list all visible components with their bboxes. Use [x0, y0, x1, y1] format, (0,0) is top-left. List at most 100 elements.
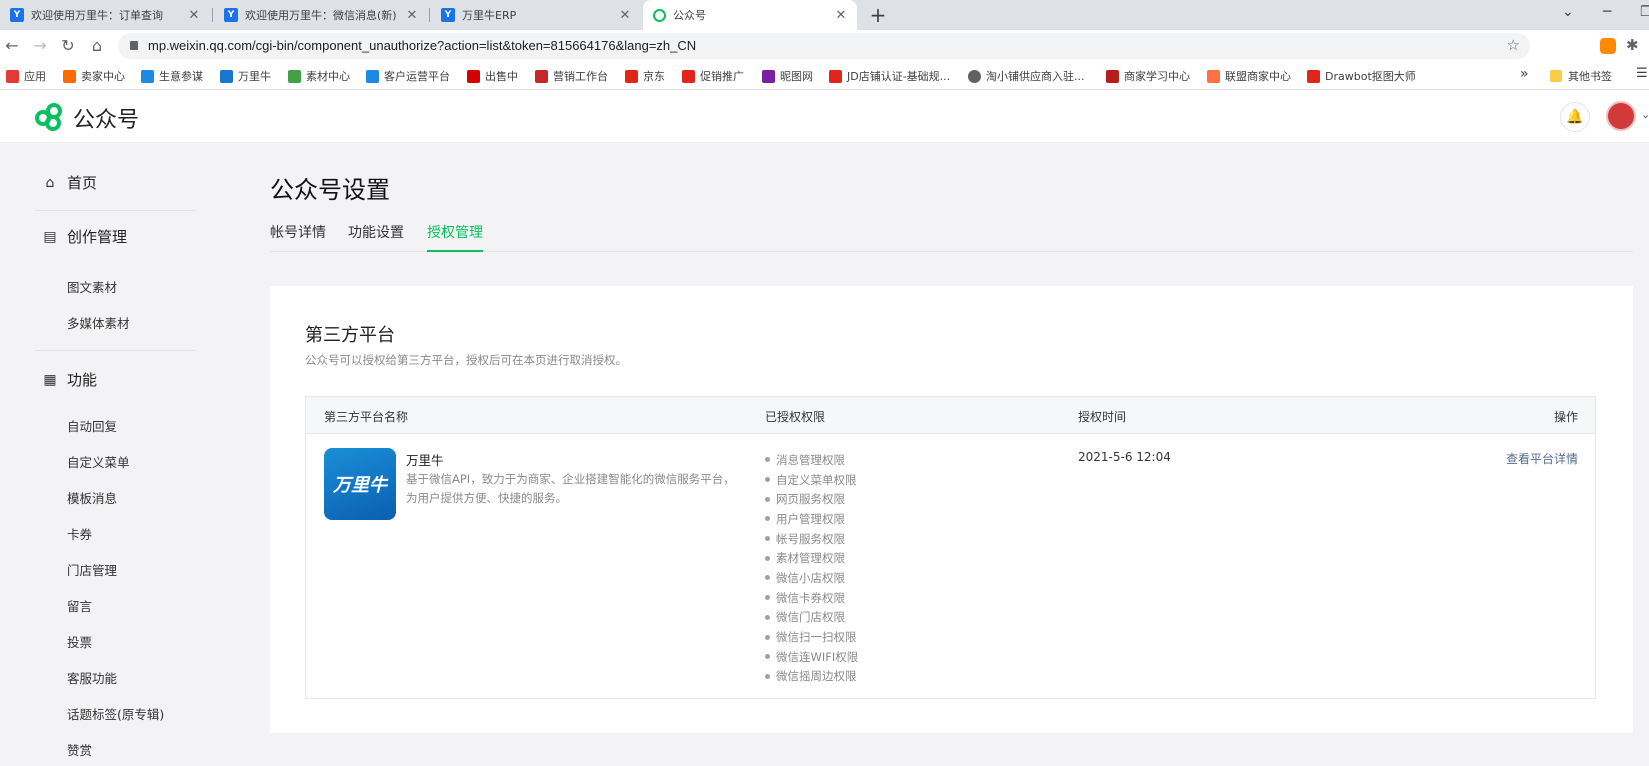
browser-tab[interactable]: Y 欢迎使用万里牛：订单查询 ✕ — [0, 0, 210, 30]
grid-icon: ▦ — [43, 371, 57, 388]
url-text[interactable]: mp.weixin.qq.com/cgi-bin/component_unaut… — [148, 38, 696, 53]
bookmark-item[interactable]: 营销工作台 — [535, 68, 608, 84]
browser-tab-title: 万里牛ERP — [462, 9, 517, 22]
tab-authorization-management[interactable]: 授权管理 — [427, 222, 483, 252]
close-icon[interactable]: ✕ — [404, 8, 420, 23]
sidebar-item-image-text[interactable]: 图文素材 — [67, 277, 117, 296]
bell-icon[interactable]: 🔔 — [1560, 102, 1590, 132]
forward-arrow-icon[interactable]: → — [30, 36, 50, 55]
wanliniu-favicon-icon: Y — [441, 8, 455, 22]
tab-account-details[interactable]: 帐号详情 — [270, 222, 326, 252]
bookmark-item[interactable]: 京东 — [625, 68, 665, 84]
list-item: 微信摇周边权限 — [765, 667, 858, 687]
wechat-mp-logo[interactable]: 公众号 — [35, 102, 139, 134]
tab-feature-settings[interactable]: 功能设置 — [348, 222, 404, 252]
wanliniu-logo: 万里牛 — [324, 448, 396, 520]
sidebar-item-coupons[interactable]: 卡券 — [67, 524, 92, 543]
settings-tabs: 帐号详情 功能设置 授权管理 — [270, 222, 1633, 252]
bookmark-label: 商家学习中心 — [1124, 70, 1190, 83]
bullet-icon — [765, 555, 770, 561]
home-icon[interactable]: ⌂ — [87, 36, 107, 55]
browser-tab[interactable]: Y 万里牛ERP ✕ — [431, 0, 641, 30]
sidebar-item-comments[interactable]: 留言 — [67, 596, 92, 615]
bookmark-item[interactable]: 客户运营平台 — [366, 68, 450, 84]
bookmark-item[interactable]: JD店铺认证-基础规... — [829, 68, 950, 84]
reading-list-icon[interactable]: ☰ — [1636, 66, 1648, 81]
bookmarks-more-button[interactable]: » — [1520, 66, 1529, 82]
bullet-icon — [765, 457, 770, 463]
bookmark-favicon-icon — [288, 69, 301, 83]
bookmark-item[interactable]: 素材中心 — [288, 68, 350, 84]
view-platform-details-link[interactable]: 查看平台详情 — [1506, 450, 1578, 467]
sidebar-item-reward[interactable]: 赞赏 — [67, 740, 92, 759]
bookmark-item[interactable]: 生意参谋 — [141, 68, 203, 84]
bookmark-item[interactable]: 昵图网 — [762, 68, 813, 84]
platform-name: 万里牛 — [406, 453, 444, 468]
sidebar-group-features[interactable]: ▦ 功能 — [43, 369, 97, 390]
bookmark-favicon-icon — [762, 69, 775, 83]
tab-separator — [429, 8, 430, 22]
puzzle-extensions-icon[interactable]: ✱ — [1626, 36, 1639, 54]
sidebar-item-customer-service[interactable]: 客服功能 — [67, 668, 117, 687]
permission-label: 微信连WIFI权限 — [776, 649, 859, 664]
bookmark-item[interactable]: 商家学习中心 — [1106, 68, 1190, 84]
minimize-icon[interactable]: ─ — [1603, 4, 1611, 20]
bookmark-label: 联盟商家中心 — [1225, 70, 1291, 83]
browser-tab[interactable]: Y 欢迎使用万里牛：微信消息(新) ✕ — [214, 0, 428, 30]
bullet-icon — [765, 477, 770, 483]
maximize-icon[interactable]: ❐ — [1640, 4, 1649, 20]
list-item: 自定义菜单权限 — [765, 470, 858, 490]
bookmark-favicon-icon — [141, 69, 154, 83]
sidebar-item-auto-reply[interactable]: 自动回复 — [67, 416, 117, 435]
back-arrow-icon[interactable]: ← — [2, 36, 22, 55]
sidebar-item-topic-tags[interactable]: 话题标签(原专辑) — [67, 704, 164, 723]
bullet-icon — [765, 673, 770, 679]
bookmarks-bar: 应用 卖家中心 生意参谋 万里牛 素材中心 客户运营平台 出售中 营销工作台 京… — [0, 62, 1649, 90]
permission-label: 用户管理权限 — [776, 511, 845, 526]
bookmark-item[interactable]: 万里牛 — [220, 68, 271, 84]
reload-icon[interactable]: ↻ — [58, 36, 78, 55]
close-icon[interactable]: ✕ — [833, 8, 849, 23]
close-icon[interactable]: ✕ — [186, 8, 202, 23]
bookmark-star-icon[interactable]: ☆ — [1507, 36, 1520, 54]
tab-search-icon[interactable]: ⌄ — [1562, 4, 1574, 20]
other-bookmarks-folder[interactable]: 其他书签 — [1550, 68, 1612, 84]
wechat-favicon-icon — [653, 8, 666, 22]
permission-label: 微信扫一扫权限 — [776, 630, 857, 645]
bookmark-label: 素材中心 — [306, 70, 350, 83]
new-tab-icon[interactable]: + — [866, 3, 890, 27]
sidebar-item-template-message[interactable]: 模板消息 — [67, 488, 117, 507]
bookmark-item[interactable]: 促销推广 — [682, 68, 744, 84]
bullet-icon — [765, 496, 770, 502]
extension-icon[interactable] — [1600, 38, 1616, 54]
bookmark-item[interactable]: 应用 — [6, 68, 46, 84]
sidebar-item-vote[interactable]: 投票 — [67, 632, 92, 651]
bookmark-item[interactable]: 淘小铺供应商入驻... — [968, 68, 1085, 84]
list-item: 用户管理权限 — [765, 509, 858, 529]
sidebar-item-store-management[interactable]: 门店管理 — [67, 560, 117, 579]
bookmark-item[interactable]: 出售中 — [467, 68, 518, 84]
browser-tab-active[interactable]: 公众号 ✕ — [643, 0, 857, 30]
bullet-icon — [765, 654, 770, 660]
sidebar-item-custom-menu[interactable]: 自定义菜单 — [67, 452, 130, 471]
address-bar-row: ← → ↻ ⌂ mp.weixin.qq.com/cgi-bin/compone… — [0, 30, 1649, 62]
bookmark-favicon-icon — [625, 69, 638, 83]
sidebar-item-multimedia[interactable]: 多媒体素材 — [67, 313, 130, 332]
chevron-down-icon[interactable]: ⌄ — [1641, 108, 1649, 121]
bookmark-item[interactable]: Drawbot抠图大师 — [1307, 68, 1416, 84]
list-item: 微信扫一扫权限 — [765, 627, 858, 647]
close-icon[interactable]: ✕ — [617, 8, 633, 23]
list-item: 微信小店权限 — [765, 568, 858, 588]
avatar[interactable] — [1606, 101, 1636, 131]
sidebar-group-creation[interactable]: ▤ 创作管理 — [43, 226, 127, 247]
tab-separator — [212, 8, 213, 22]
bookmark-item[interactable]: 联盟商家中心 — [1207, 68, 1291, 84]
url-input[interactable]: mp.weixin.qq.com/cgi-bin/component_unaut… — [118, 33, 1530, 59]
bookmark-item[interactable]: 卖家中心 — [63, 68, 125, 84]
permission-label: 微信卡券权限 — [776, 590, 845, 605]
sidebar-item-home[interactable]: ⌂ 首页 — [43, 172, 97, 193]
list-item: 网页服务权限 — [765, 489, 858, 509]
bookmark-favicon-icon — [1106, 69, 1119, 83]
bookmark-favicon-icon — [1307, 69, 1320, 83]
table-header: 第三方平台名称 已授权权限 授权时间 操作 — [306, 397, 1595, 434]
